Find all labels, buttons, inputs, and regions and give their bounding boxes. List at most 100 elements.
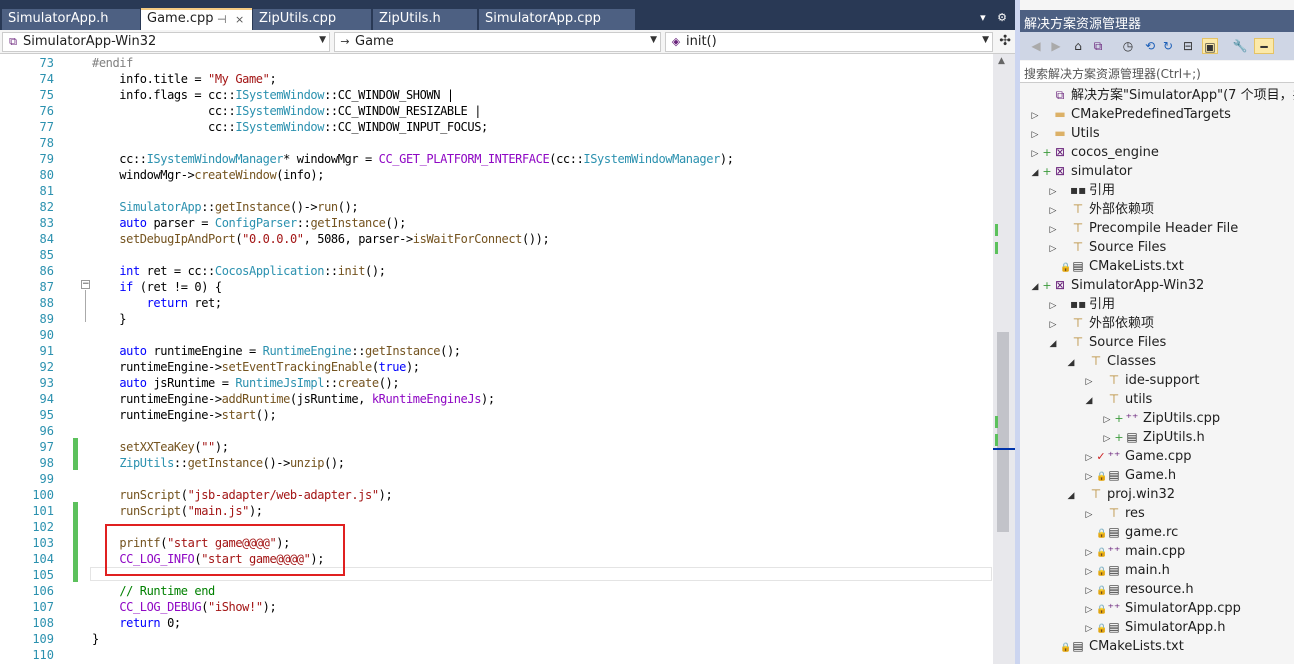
- expanded-arrow-icon[interactable]: ◢: [1064, 354, 1078, 373]
- sync-icon[interactable]: ⟲: [1142, 38, 1158, 54]
- tab-ziputils-h[interactable]: ZipUtils.h: [373, 9, 477, 30]
- checked-out-icon: ✓: [1096, 450, 1106, 463]
- tree-item[interactable]: 🔒▤ game.rc: [1082, 523, 1178, 542]
- code-line[interactable]: if (ret != 0) {: [92, 280, 222, 294]
- tree-item[interactable]: ▷ ⊤ ide-support: [1082, 371, 1200, 390]
- tab-game-cpp[interactable]: Game.cpp ⊣ ×: [141, 8, 252, 30]
- tree-item[interactable]: ▷ ▬ CMakePredefinedTargets: [1028, 105, 1231, 124]
- tree-item[interactable]: ▷ ⊤ 外部依赖项: [1046, 314, 1154, 333]
- code-line[interactable]: #endif: [92, 56, 133, 70]
- code-line[interactable]: auto jsRuntime = RuntimeJsImpl::create()…: [92, 376, 399, 390]
- properties-wrench-icon[interactable]: 🔧: [1232, 38, 1248, 54]
- code-line[interactable]: setDebugIpAndPort("0.0.0.0", 5086, parse…: [92, 232, 549, 246]
- code-line[interactable]: // Runtime end: [92, 584, 215, 598]
- tree-item[interactable]: 🔒▤ CMakeLists.txt: [1046, 257, 1184, 276]
- tree-item[interactable]: ▷ ⊤ 外部依赖项: [1046, 200, 1154, 219]
- tree-item[interactable]: ▷ ⊤ Source Files: [1046, 238, 1167, 257]
- code-line[interactable]: ZipUtils::getInstance()->unzip();: [92, 456, 345, 470]
- scroll-up-icon[interactable]: ▲: [998, 56, 1005, 66]
- code-line[interactable]: windowMgr->createWindow(info);: [92, 168, 324, 182]
- code-line[interactable]: }: [92, 312, 126, 326]
- tree-item[interactable]: ▷ 🔒⁺⁺ main.cpp: [1082, 542, 1186, 561]
- tree-item[interactable]: ▷ + ▤ ZipUtils.h: [1100, 428, 1205, 447]
- code-line[interactable]: return 0;: [92, 616, 181, 630]
- line-number: 89: [39, 312, 54, 326]
- tree-item[interactable]: ▷ 🔒⁺⁺ SimulatorApp.cpp: [1082, 599, 1241, 618]
- back-icon[interactable]: ◀: [1028, 38, 1044, 54]
- code-line[interactable]: runScript("jsb-adapter/web-adapter.js");: [92, 488, 392, 502]
- tab-list-dropdown-icon[interactable]: ▾: [980, 11, 986, 24]
- change-map-marker: [995, 434, 998, 446]
- member-dropdown[interactable]: ◈ init() ▼: [665, 32, 993, 52]
- code-line[interactable]: return ret;: [92, 296, 222, 310]
- code-line[interactable]: SimulatorApp::getInstance()->run();: [92, 200, 358, 214]
- code-line[interactable]: runtimeEngine->setEventTrackingEnable(tr…: [92, 360, 420, 374]
- code-line[interactable]: cc::ISystemWindowManager* windowMgr = CC…: [92, 152, 734, 166]
- code-line[interactable]: CC_LOG_DEBUG("iShow!");: [92, 600, 276, 614]
- tree-item[interactable]: ▷ + ⊠ cocos_engine: [1028, 143, 1159, 162]
- tree-item[interactable]: ◢ + ⊠ SimulatorApp-Win32: [1028, 276, 1205, 297]
- vertical-scrollbar[interactable]: ▲: [993, 54, 1015, 664]
- solution-search-input[interactable]: 搜索解决方案资源管理器(Ctrl+;): [1020, 61, 1294, 83]
- code-line[interactable]: setXXTeaKey("");: [92, 440, 229, 454]
- file-icon: ▤: [1108, 582, 1120, 596]
- expanded-arrow-icon[interactable]: ◢: [1064, 487, 1078, 506]
- settings-gear-icon[interactable]: ⚙: [997, 11, 1007, 24]
- show-all-files-icon[interactable]: ▣: [1202, 38, 1218, 54]
- code-line[interactable]: info.title = "My Game";: [92, 72, 276, 86]
- code-line[interactable]: runtimeEngine->addRuntime(jsRuntime, kRu…: [92, 392, 495, 406]
- tree-item[interactable]: ▷ ⊤ Precompile Header File: [1046, 219, 1239, 238]
- tree-item[interactable]: ▷ 🔒▤ SimulatorApp.h: [1082, 618, 1226, 637]
- scope-dropdown[interactable]: → Game ▼: [334, 32, 661, 52]
- switch-views-icon[interactable]: ⧉: [1090, 38, 1106, 54]
- code-line[interactable]: cc::ISystemWindow::CC_WINDOW_INPUT_FOCUS…: [92, 120, 488, 134]
- code-line[interactable]: runScript("main.js");: [92, 504, 263, 518]
- pin-icon[interactable]: ⊣: [217, 13, 227, 26]
- code-line[interactable]: }: [92, 632, 99, 646]
- code-line[interactable]: cc::ISystemWindow::CC_WINDOW_RESIZABLE |: [92, 104, 481, 118]
- line-number: 98: [39, 456, 54, 470]
- code-line[interactable]: info.flags = cc::ISystemWindow::CC_WINDO…: [92, 88, 454, 102]
- code-line[interactable]: runtimeEngine->start();: [92, 408, 276, 422]
- refresh-icon[interactable]: ↻: [1160, 38, 1176, 54]
- tree-item[interactable]: ▷ ⊤ res: [1082, 504, 1145, 523]
- tab-ziputils-cpp[interactable]: ZipUtils.cpp: [253, 9, 371, 30]
- tab-simulatorapp-h[interactable]: SimulatorApp.h: [2, 9, 140, 30]
- code-line[interactable]: int ret = cc::CocosApplication::init();: [92, 264, 386, 278]
- split-window-icon[interactable]: ✣: [999, 33, 1011, 49]
- scrollbar-thumb[interactable]: [997, 332, 1009, 532]
- expanded-arrow-icon[interactable]: ◢: [1046, 335, 1060, 354]
- tree-item[interactable]: ◢ ⊤ Classes: [1064, 352, 1156, 371]
- tree-item[interactable]: 🔒▤ CMakeLists.txt: [1046, 637, 1184, 656]
- tree-item[interactable]: ◢ + ⊠ simulator: [1028, 162, 1133, 183]
- tree-item[interactable]: ▷ ▪▪ 引用: [1046, 181, 1115, 200]
- collapse-toggle-icon[interactable]: −: [81, 280, 90, 289]
- member-dropdown-value: init(): [686, 34, 717, 49]
- tree-item[interactable]: ▷ 🔒▤ Game.h: [1082, 466, 1177, 485]
- pending-changes-icon[interactable]: ◷: [1120, 38, 1136, 54]
- tree-item[interactable]: ▷ ▪▪ 引用: [1046, 295, 1115, 314]
- expanded-arrow-icon[interactable]: ◢: [1028, 164, 1042, 183]
- code-line[interactable]: auto parser = ConfigParser::getInstance(…: [92, 216, 406, 230]
- home-icon[interactable]: ⌂: [1070, 38, 1086, 54]
- code-line[interactable]: auto runtimeEngine = RuntimeEngine::getI…: [92, 344, 461, 358]
- expanded-arrow-icon[interactable]: ◢: [1028, 278, 1042, 297]
- tab-simulatorapp-cpp[interactable]: SimulatorApp.cpp: [479, 9, 635, 30]
- close-icon[interactable]: ×: [235, 13, 244, 26]
- forward-icon[interactable]: ▶: [1048, 38, 1064, 54]
- tree-item[interactable]: ◢ ⊤ utils: [1082, 390, 1153, 411]
- tree-item[interactable]: ▷ 🔒▤ resource.h: [1082, 580, 1194, 599]
- tree-item[interactable]: ▷ ▬ Utils: [1028, 124, 1100, 143]
- expanded-arrow-icon[interactable]: ◢: [1082, 392, 1096, 411]
- collapse-all-icon[interactable]: ⊟: [1180, 38, 1196, 54]
- tree-item[interactable]: ◢ ⊤ proj.win32: [1064, 485, 1176, 506]
- tree-item[interactable]: ▷ 🔒▤ main.h: [1082, 561, 1170, 580]
- tree-item[interactable]: ⧉ 解决方案"SimulatorApp"(7 个项目，共 7 个: [1028, 86, 1294, 105]
- preview-selected-icon[interactable]: ━: [1254, 38, 1274, 54]
- project-dropdown[interactable]: ⧉ SimulatorApp-Win32 ▼: [2, 32, 330, 52]
- ide-window: SimulatorApp.h Game.cpp ⊣ × ZipUtils.cpp…: [0, 0, 1294, 664]
- tree-item[interactable]: ▷ + ⁺⁺ ZipUtils.cpp: [1100, 409, 1221, 428]
- code-area[interactable]: 73 74 75 76 77 78 79 80 81 82 83 84 85 86 87 88 89 90 91 92…: [0, 54, 1015, 664]
- tree-item[interactable]: ◢ ⊤ Source Files: [1046, 333, 1167, 354]
- tree-item[interactable]: ▷ ✓ ⁺⁺ Game.cpp: [1082, 447, 1192, 466]
